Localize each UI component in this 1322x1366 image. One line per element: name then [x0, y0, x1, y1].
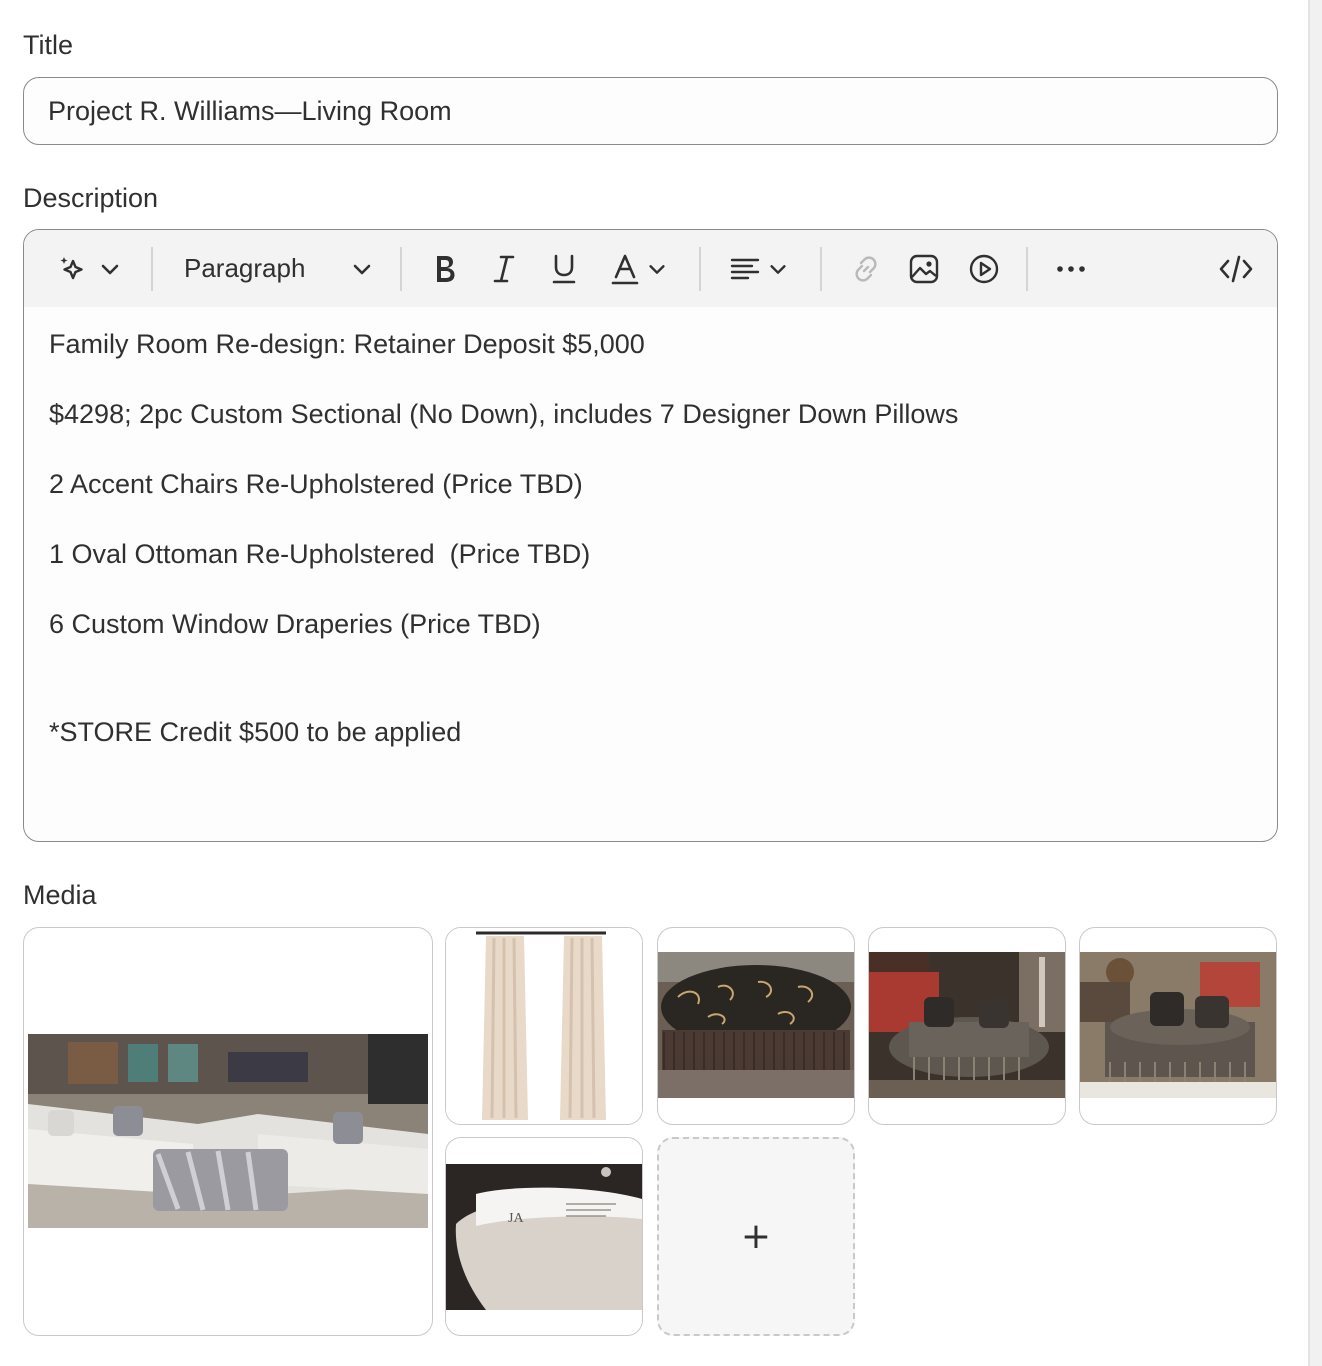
svg-text:JA: JA [508, 1211, 524, 1226]
chevron-down-icon [101, 264, 119, 274]
living-room-photo-2 [1080, 952, 1276, 1098]
more-icon [1057, 265, 1085, 272]
magic-icon [60, 256, 83, 279]
add-media-button[interactable]: + [657, 1137, 855, 1336]
paragraph-format-label: Paragraph [184, 253, 306, 283]
link-button[interactable] [846, 230, 886, 307]
insert-image-button[interactable] [904, 230, 944, 307]
italic-button[interactable] [484, 230, 524, 307]
media-item-sectional[interactable] [23, 927, 433, 1336]
media-item-fabric-sample[interactable]: JA [445, 1137, 643, 1336]
description-label: Description [23, 183, 159, 213]
media-label: Media [23, 880, 97, 910]
page-edge [1308, 0, 1322, 1366]
ottoman-photo [658, 952, 854, 1098]
video-icon [969, 254, 999, 283]
link-icon [855, 255, 877, 282]
description-line: Family Room Re-design: Retainer Deposit … [49, 329, 645, 359]
title-input[interactable] [23, 77, 1278, 145]
code-icon [1219, 255, 1253, 282]
bold-icon [437, 255, 455, 282]
text-color-icon [611, 254, 639, 284]
media-item-living-room-2[interactable] [1079, 927, 1277, 1125]
fabric-sample-photo: JA [446, 1164, 642, 1310]
text-color-button[interactable] [604, 230, 674, 307]
image-icon [909, 254, 939, 283]
align-icon [730, 258, 760, 279]
italic-icon [493, 255, 515, 282]
living-room-photo-1 [869, 952, 1065, 1098]
media-item-curtains[interactable] [445, 927, 643, 1125]
magic-button[interactable] [44, 230, 134, 307]
toolbar-divider [400, 247, 402, 291]
align-button[interactable] [724, 230, 794, 307]
description-line: *STORE Credit $500 to be applied [49, 717, 462, 747]
media-item-living-room-1[interactable] [868, 927, 1066, 1125]
description-line: 1 Oval Ottoman Re-Upholstered (Price TBD… [49, 539, 591, 569]
toolbar-divider [699, 247, 701, 291]
chevron-down-icon [353, 264, 371, 274]
sectional-sofa-photo [28, 1034, 428, 1228]
title-label: Title [23, 30, 74, 60]
editor-toolbar: Paragraph [24, 230, 1277, 307]
more-options-button[interactable] [1051, 230, 1091, 307]
toolbar-divider [1026, 247, 1028, 291]
underline-button[interactable] [544, 230, 584, 307]
description-line: 6 Custom Window Draperies (Price TBD) [49, 609, 541, 639]
underline-icon [552, 254, 576, 283]
paragraph-format-select[interactable]: Paragraph [184, 230, 374, 307]
plus-icon: + [740, 1216, 772, 1257]
insert-video-button[interactable] [964, 230, 1004, 307]
toolbar-divider [820, 247, 822, 291]
description-line: $4298; 2pc Custom Sectional (No Down), i… [49, 399, 959, 429]
toolbar-divider [151, 247, 153, 291]
bold-button[interactable] [424, 230, 464, 307]
curtains-photo [446, 928, 642, 1124]
media-item-ottoman[interactable] [657, 927, 855, 1125]
product-form-card: Title Description Paragraph [0, 0, 1308, 1366]
chevron-down-icon [649, 264, 665, 274]
rich-text-editor: Paragraph Family Room Re-design: Retaine… [23, 229, 1278, 842]
description-line: 2 Accent Chairs Re-Upholstered (Price TB… [49, 469, 583, 499]
chevron-down-icon [770, 264, 786, 274]
code-view-button[interactable] [1214, 230, 1258, 307]
